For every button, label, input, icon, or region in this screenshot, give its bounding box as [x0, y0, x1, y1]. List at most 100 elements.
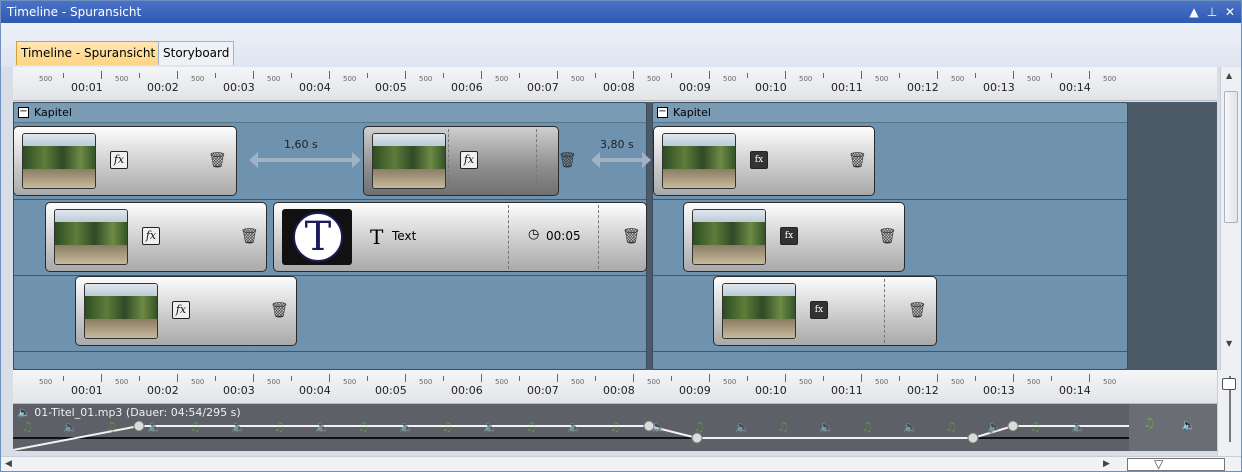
- time-ruler-bottom[interactable]: 500 00:01 500 00:02 500 00:03 500 00:04 500 00:05…: [13, 370, 1217, 404]
- trash-icon[interactable]: 🗑: [622, 227, 641, 245]
- ruler-sub-label: 500: [1103, 75, 1117, 83]
- transition-arrow[interactable]: [249, 152, 361, 168]
- ruler-tick: [1013, 71, 1014, 79]
- music-note-icon: ♫: [693, 420, 705, 435]
- effect-icon[interactable]: fx: [750, 151, 768, 169]
- music-note-icon: ♫: [525, 420, 537, 435]
- music-note-icon: ♫: [273, 420, 285, 435]
- text-clip[interactable]: T T Text ◷ 00:05 🗑: [273, 202, 647, 272]
- music-note-icon: ♫: [357, 420, 369, 435]
- ruler-sub-label: 500: [1027, 378, 1041, 386]
- clip-thumbnail: [22, 133, 96, 189]
- volume-handle[interactable]: [1222, 378, 1236, 390]
- video-clip[interactable]: fx 🗑: [45, 202, 267, 272]
- trash-icon[interactable]: 🗑: [270, 301, 289, 319]
- music-note-icon: ♫: [1029, 420, 1041, 435]
- chapter-label: Kapitel: [34, 106, 72, 119]
- video-clip[interactable]: fx 🗑: [653, 126, 875, 196]
- chapter-header: − Kapitel: [653, 103, 1127, 123]
- scroll-up-icon[interactable]: ▲: [1226, 71, 1232, 80]
- collapse-icon[interactable]: ▲: [1187, 4, 1201, 20]
- trash-icon[interactable]: 🗑: [878, 227, 897, 245]
- ruler-tick: [785, 374, 786, 382]
- pin-icon[interactable]: ⊥: [1205, 4, 1219, 20]
- horizontal-scrollbar[interactable]: ◀ ▶ ▽: [1, 456, 1241, 471]
- ruler-time-label: 00:05: [375, 81, 407, 94]
- chapter-header: − Kapitel: [14, 103, 646, 123]
- track-divider: [14, 199, 646, 200]
- tab-storyboard[interactable]: Storyboard: [158, 41, 235, 65]
- video-clip[interactable]: fx 🗑: [363, 126, 577, 196]
- effect-icon[interactable]: fx: [780, 227, 798, 245]
- trash-icon[interactable]: 🗑: [848, 151, 867, 169]
- ruler-time-label: 00:13: [983, 384, 1015, 397]
- ruler-tick: [443, 376, 444, 381]
- ruler-time-label: 00:12: [907, 384, 939, 397]
- zoom-slider[interactable]: ▽: [1127, 458, 1225, 471]
- scroll-thumb[interactable]: [1224, 91, 1238, 223]
- music-note-icon: ♫: [105, 420, 117, 435]
- transition-arrow[interactable]: [591, 152, 651, 168]
- ruler-sub-label: 500: [495, 75, 509, 83]
- zoom-handle[interactable]: ▽: [1154, 458, 1163, 471]
- ruler-time-label: 00:05: [375, 384, 407, 397]
- ruler-time-label: 00:02: [147, 81, 179, 94]
- speaker-icon: 🔈: [735, 420, 750, 434]
- video-clip[interactable]: fx 🗑: [75, 276, 297, 346]
- ruler-tick: [291, 73, 292, 78]
- ruler-sub-label: 500: [1103, 378, 1117, 386]
- video-clip[interactable]: fx 🗑: [713, 276, 937, 346]
- ruler-tick: [329, 374, 330, 382]
- ruler-time-label: 00:14: [1059, 384, 1091, 397]
- speaker-icon: 🔈: [1181, 418, 1196, 432]
- clip-divider: [598, 205, 599, 269]
- scroll-right-icon[interactable]: ▶: [1103, 459, 1110, 469]
- text-clip-duration: 00:05: [546, 229, 581, 243]
- text-icon: T: [293, 212, 343, 262]
- ruler-sub-label: 500: [191, 378, 205, 386]
- speaker-icon: 🔈: [399, 420, 414, 434]
- collapse-chapter-icon[interactable]: −: [657, 107, 668, 118]
- effect-icon[interactable]: fx: [810, 301, 828, 319]
- transition-duration: 3,80 s: [600, 138, 634, 151]
- effect-icon[interactable]: fx: [110, 151, 128, 169]
- video-clip[interactable]: fx 🗑: [13, 126, 237, 196]
- trash-icon[interactable]: 🗑: [208, 151, 227, 169]
- clock-icon[interactable]: ◷: [528, 227, 539, 242]
- ruler-tick: [709, 374, 710, 382]
- ruler-time-label: 00:10: [755, 384, 787, 397]
- scroll-down-icon[interactable]: ▼: [1226, 339, 1232, 348]
- ruler-tick: [975, 73, 976, 78]
- trash-icon[interactable]: 🗑: [908, 301, 927, 319]
- clip-thumbnail: [54, 209, 128, 265]
- ruler-tick: [557, 374, 558, 382]
- scroll-left-icon[interactable]: ◀: [5, 459, 12, 469]
- ruler-tick: [215, 376, 216, 381]
- effect-icon[interactable]: fx: [172, 301, 190, 319]
- effect-icon[interactable]: fx: [460, 151, 478, 169]
- close-icon[interactable]: ✕: [1223, 4, 1237, 20]
- ruler-sub-label: 500: [115, 75, 129, 83]
- window-title-bar: Timeline - Spuransicht: [1, 1, 1241, 23]
- trash-icon[interactable]: 🗑: [558, 151, 577, 169]
- speaker-icon: 🔈: [819, 420, 834, 434]
- time-ruler-top[interactable]: 500 00:01 500 00:02 500 00:03 500 00:04 500 00:05…: [13, 67, 1217, 101]
- volume-slider[interactable]: [1217, 370, 1241, 456]
- ruler-sub-label: 500: [419, 378, 433, 386]
- ruler-tick: [899, 73, 900, 78]
- trash-icon[interactable]: 🗑: [240, 227, 259, 245]
- ruler-time-label: 00:10: [755, 81, 787, 94]
- ruler-tick: [747, 73, 748, 78]
- ruler-tick: [443, 73, 444, 78]
- ruler-tick: [899, 376, 900, 381]
- tab-timeline[interactable]: Timeline - Spuransicht: [16, 41, 161, 65]
- ruler-tick: [595, 73, 596, 78]
- effect-icon[interactable]: fx: [142, 227, 160, 245]
- audio-track[interactable]: 🔈 01-Titel_01.mp3 (Dauer: 04:54/295 s) ♫…: [13, 404, 1129, 451]
- vertical-scrollbar[interactable]: ▲ ▼: [1220, 67, 1241, 370]
- clip-divider: [508, 205, 509, 269]
- video-clip[interactable]: fx 🗑: [683, 202, 905, 272]
- collapse-chapter-icon[interactable]: −: [18, 107, 29, 118]
- clip-divider: [536, 129, 537, 193]
- ruler-sub-label: 500: [39, 75, 53, 83]
